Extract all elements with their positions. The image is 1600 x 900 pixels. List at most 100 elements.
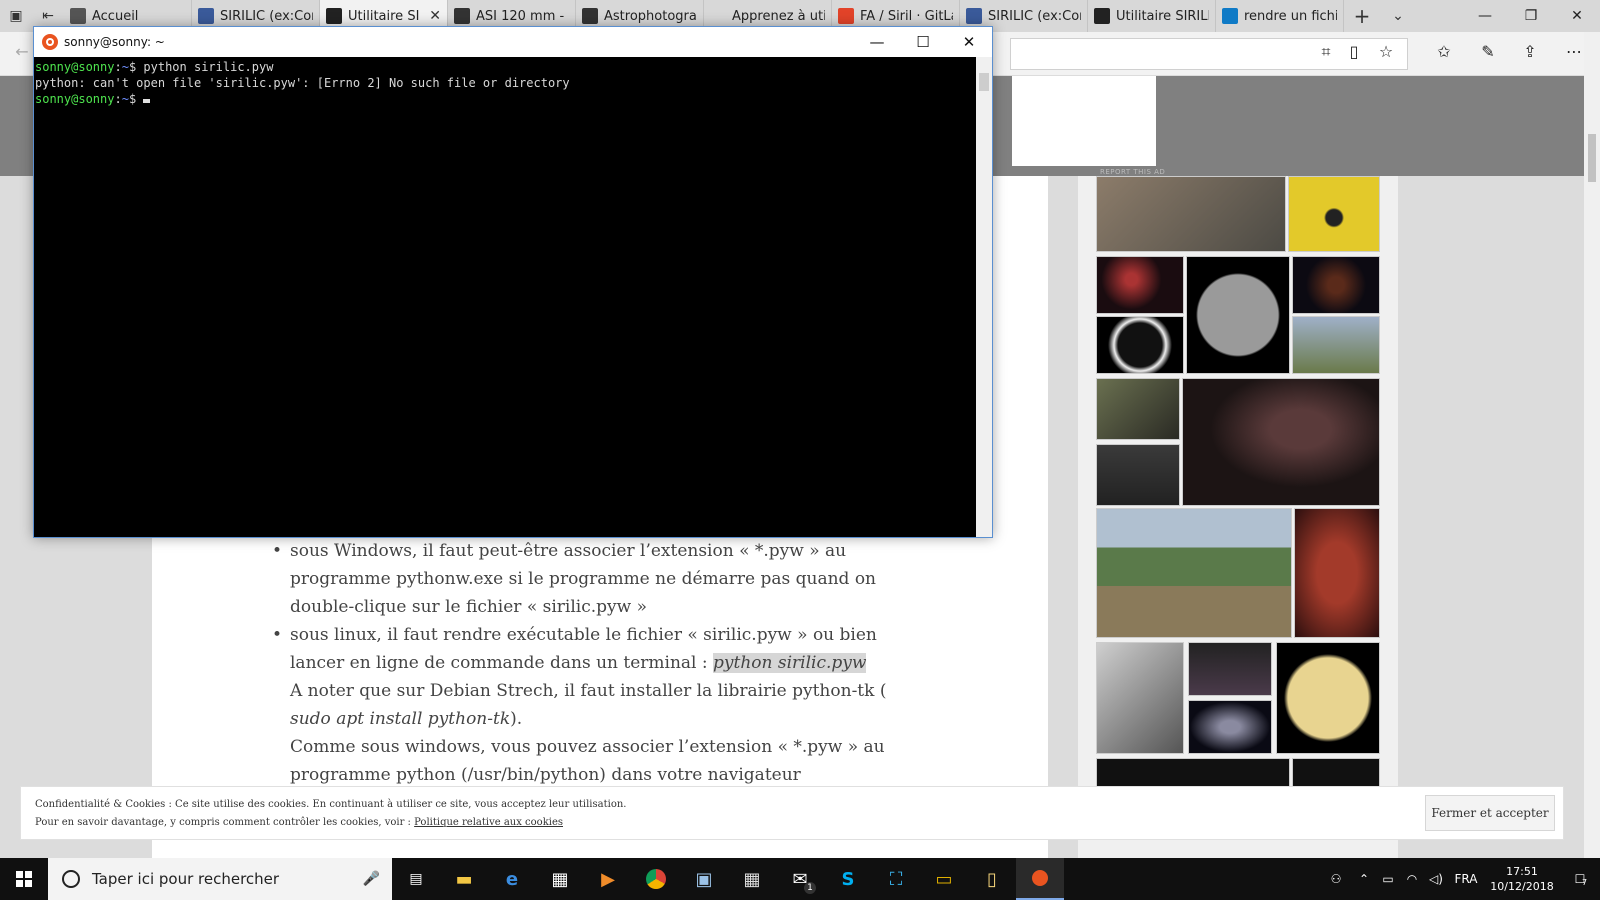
- calculator-icon[interactable]: ▦: [728, 858, 776, 900]
- pen-annotate-icon[interactable]: ✎: [1476, 42, 1500, 61]
- terminal-scrollbar-thumb[interactable]: [979, 73, 989, 91]
- ubuntu-terminal-task-icon[interactable]: [1016, 858, 1064, 900]
- tab-title: SIRILIC (ex:Con: [988, 8, 1081, 24]
- debian-note-end: ).: [510, 709, 523, 729]
- favorite-star-icon[interactable]: ☆: [1374, 42, 1398, 61]
- reading-view-icon[interactable]: ▯: [1342, 42, 1366, 61]
- terminal-minimize-icon[interactable]: —: [854, 27, 900, 57]
- media-player-icon[interactable]: ▶: [584, 858, 632, 900]
- gallery-thumbnail[interactable]: [1292, 256, 1380, 314]
- debian-note-command: sudo apt install python-tk: [290, 709, 511, 729]
- gallery-thumbnail[interactable]: [1186, 256, 1290, 374]
- terminal-window[interactable]: sonny@sonny: ~ — ☐ ✕ sonny@sonny:~$ pyth…: [33, 26, 993, 538]
- browser-close-icon[interactable]: ✕: [1554, 0, 1600, 32]
- people-icon[interactable]: ⚇: [1320, 872, 1352, 886]
- tab-list-chevron-icon[interactable]: ⌄: [1380, 0, 1416, 32]
- gallery-thumbnail[interactable]: [1276, 642, 1380, 754]
- terminal-scrollbar[interactable]: [976, 57, 992, 537]
- start-button[interactable]: [0, 858, 48, 900]
- remote-desktop-icon[interactable]: ▣: [680, 858, 728, 900]
- translate-icon[interactable]: ⌗: [1314, 42, 1338, 62]
- gallery-thumbnail[interactable]: [1096, 642, 1184, 754]
- language-indicator[interactable]: FRA: [1448, 872, 1484, 886]
- share-icon[interactable]: ⇪: [1518, 42, 1542, 61]
- report-ad-link[interactable]: REPORT THIS AD: [1100, 168, 1165, 176]
- notification-count: 7: [1582, 878, 1588, 887]
- snip-tool-icon[interactable]: ⛶: [872, 858, 920, 900]
- search-placeholder: Taper ici pour rechercher: [92, 870, 280, 888]
- gallery-thumbnail[interactable]: [1096, 508, 1292, 638]
- terminal-maximize-icon[interactable]: ☐: [900, 27, 946, 57]
- cookie-text: Confidentialité & Cookies : Ce site util…: [35, 799, 627, 810]
- browser-tab[interactable]: Utilitaire SIRILIC: [1088, 0, 1216, 32]
- battery-icon[interactable]: ▭: [1376, 872, 1400, 886]
- sidebar-gallery: [1078, 176, 1398, 858]
- tab-title: rendre un fichi: [1244, 8, 1337, 24]
- clock-time: 17:51: [1506, 865, 1538, 878]
- store-icon[interactable]: ▦: [536, 858, 584, 900]
- bullet-windows-text: sous Windows, il faut peut-être associer…: [290, 541, 877, 617]
- windows-logo-icon: [16, 871, 32, 887]
- gallery-thumbnail[interactable]: [1182, 378, 1380, 506]
- windows-note-text: Comme sous windows, vous pouvez associer…: [290, 737, 885, 785]
- gallery-thumbnail[interactable]: [1188, 642, 1272, 696]
- tray-chevron-icon[interactable]: ⌃: [1352, 872, 1376, 886]
- gallery-thumbnail[interactable]: [1292, 316, 1380, 374]
- more-menu-icon[interactable]: ⋯: [1562, 42, 1586, 61]
- browser-minimize-icon[interactable]: —: [1462, 0, 1508, 32]
- command-text: $: [128, 92, 144, 106]
- gallery-thumbnail[interactable]: [1096, 444, 1180, 506]
- skype-icon[interactable]: S: [824, 858, 872, 900]
- prompt-user: sonny@sonny: [35, 92, 115, 106]
- page-scrollbar-thumb[interactable]: [1588, 134, 1596, 182]
- tab-title: SIRILIC (ex:Con: [220, 8, 313, 24]
- clock[interactable]: 17:51 10/12/2018: [1484, 864, 1560, 894]
- gallery-thumbnail[interactable]: [1096, 378, 1180, 440]
- cookie-banner: Confidentialité & Cookies : Ce site util…: [20, 786, 1564, 840]
- edge-icon[interactable]: e: [488, 858, 536, 900]
- bing-icon: [1222, 8, 1238, 24]
- wifi-icon[interactable]: ◠: [1400, 872, 1424, 886]
- terminal-close-icon[interactable]: ✕: [946, 27, 992, 57]
- planet-icon: [1094, 8, 1110, 24]
- back-arrow-icon[interactable]: ←: [10, 42, 34, 61]
- error-line: python: can't open file 'sirilic.pyw': […: [35, 76, 570, 90]
- pen-icon: [454, 8, 470, 24]
- microphone-icon[interactable]: 🎤: [363, 871, 380, 887]
- cookie-text-2: Pour en savoir davantage, y compris comm…: [35, 817, 563, 828]
- browser-restore-icon[interactable]: ❐: [1508, 0, 1554, 32]
- chrome-icon[interactable]: [632, 858, 680, 900]
- terminal-title-bar[interactable]: sonny@sonny: ~: [34, 27, 992, 57]
- volume-icon[interactable]: ◁): [1424, 872, 1448, 886]
- task-view-icon[interactable]: ▤: [392, 858, 440, 900]
- gallery-thumbnail[interactable]: [1096, 316, 1184, 374]
- gallery-thumbnail[interactable]: [1096, 256, 1184, 314]
- tab-title: Accueil: [92, 8, 139, 24]
- close-tab-icon[interactable]: ✕: [429, 8, 441, 24]
- mail-badge: 1: [804, 882, 816, 894]
- favorites-hub-icon[interactable]: ✩: [1432, 42, 1456, 61]
- gallery-thumbnail[interactable]: [1188, 700, 1272, 754]
- cortana-icon: [62, 870, 80, 888]
- gallery-thumbnail[interactable]: [1294, 508, 1380, 638]
- tab-title: Astrophotogra: [604, 8, 697, 24]
- terminal-output[interactable]: sonny@sonny:~$ python sirilic.pyw python:…: [34, 57, 976, 537]
- gallery-thumbnail[interactable]: [1288, 176, 1380, 252]
- gallery-thumbnail[interactable]: [1096, 176, 1286, 252]
- tab-overview-icon[interactable]: ▣: [0, 0, 32, 32]
- terminal-app-icon[interactable]: ▭: [920, 858, 968, 900]
- mail-icon[interactable]: ✉ 1: [776, 858, 824, 900]
- globe-icon: [966, 8, 982, 24]
- taskbar-search-box[interactable]: Taper ici pour rechercher 🎤: [48, 858, 392, 900]
- file-explorer-icon[interactable]: ▬: [440, 858, 488, 900]
- windows-taskbar: Taper ici pour rechercher 🎤 ▤ ▬ e ▦ ▶ ▣ …: [0, 858, 1600, 900]
- notification-center-icon[interactable]: ☐ 7: [1560, 872, 1600, 887]
- ad-banner[interactable]: [1012, 76, 1156, 166]
- cookie-policy-link[interactable]: Politique relative aux cookies: [414, 817, 563, 828]
- accept-cookies-button[interactable]: Fermer et accepter: [1425, 795, 1555, 831]
- prompt-separator: :: [114, 60, 122, 74]
- ubuntu-icon: [42, 34, 58, 50]
- browser-tab[interactable]: rendre un fichi: [1216, 0, 1344, 32]
- file-manager-icon[interactable]: ▯: [968, 858, 1016, 900]
- new-tab-icon[interactable]: +: [1344, 0, 1380, 32]
